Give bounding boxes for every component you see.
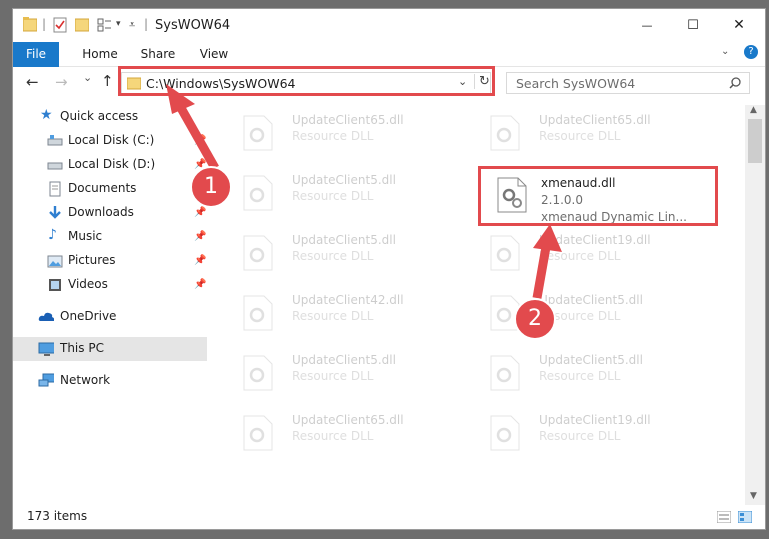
annotation-arrows (166, 84, 562, 299)
step-marker-1: 1 (190, 166, 232, 208)
step-marker-2: 2 (514, 298, 556, 340)
